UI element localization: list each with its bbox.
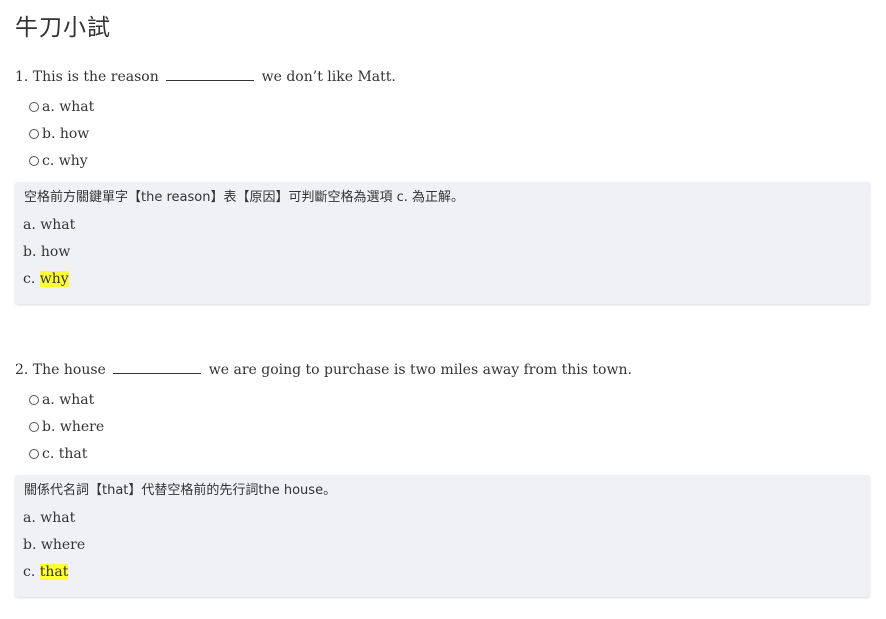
explanation-item-label: c. (23, 271, 36, 287)
question-2-text: 2. The house we are going to purchase is… (15, 359, 632, 381)
question-2-option-a[interactable]: a. what (29, 386, 104, 413)
radio-button[interactable] (29, 128, 39, 139)
question-1-option-b[interactable]: b. how (29, 120, 94, 147)
question-1-option-c[interactable]: c. why (29, 147, 94, 174)
question-2-option-b[interactable]: b. where (29, 413, 104, 440)
radio-button[interactable] (29, 394, 39, 405)
explanation-item-answer: what (40, 217, 76, 233)
radio-button[interactable] (29, 421, 39, 432)
highlighted-correct-answer: why (39, 271, 69, 287)
explanation-item-answer: where (40, 537, 86, 553)
explanation-item-b: b. where (23, 534, 85, 561)
question-1-blank (166, 66, 255, 81)
question-2-prefix: 2. The house (15, 362, 106, 378)
explanation-text: 關係代名詞【that】代替空格前的先行詞the house。 (24, 483, 337, 498)
question-1-explanation: 空格前方關鍵單字【the reason】表【原因】可判斷空格為選項 c. 為正解… (15, 182, 870, 304)
explanation-item-c: c. that (23, 561, 85, 588)
radio-button[interactable] (29, 101, 39, 112)
explanation-item-b: b. how (23, 241, 75, 268)
option-label: b. how (42, 125, 90, 142)
explanation-item-label: a. (23, 217, 36, 233)
option-label: a. what (42, 98, 95, 115)
question-2-explanation: 關係代名詞【that】代替空格前的先行詞the house。 a. what b… (15, 475, 870, 597)
option-label: b. where (42, 418, 105, 435)
explanation-answers: a. what b. where c. that (23, 507, 85, 588)
explanation-item-label: b. (23, 244, 37, 260)
question-2-suffix: we are going to purchase is two miles aw… (208, 362, 632, 378)
question-2-options: a. what b. where c. that (29, 386, 104, 467)
question-1-option-a[interactable]: a. what (29, 93, 94, 120)
option-label: c. that (42, 445, 88, 462)
option-label: c. why (42, 152, 88, 169)
question-1-text: 1. This is the reason we don’t like Matt… (15, 66, 396, 88)
question-1-suffix: we don’t like Matt. (261, 69, 396, 85)
radio-button[interactable] (29, 155, 39, 166)
option-label: a. what (42, 391, 95, 408)
explanation-text: 空格前方關鍵單字【the reason】表【原因】可判斷空格為選項 c. 為正解… (24, 190, 465, 205)
explanation-item-c: c. why (23, 268, 75, 295)
explanation-item-label: b. (23, 537, 37, 553)
question-2-option-c[interactable]: c. that (29, 440, 104, 467)
radio-button[interactable] (29, 448, 39, 459)
question-1-prefix: 1. This is the reason (15, 69, 159, 85)
question-2-blank (113, 359, 202, 374)
page-title: 牛刀小試 (15, 15, 111, 41)
explanation-item-label: a. (23, 510, 36, 526)
explanation-answers: a. what b. how c. why (23, 214, 75, 295)
explanation-item-a: a. what (23, 507, 85, 534)
explanation-item-answer: what (40, 510, 76, 526)
explanation-item-a: a. what (23, 214, 75, 241)
highlighted-correct-answer: that (39, 564, 69, 580)
explanation-item-label: c. (23, 564, 36, 580)
question-1-options: a. what b. how c. why (29, 93, 94, 174)
explanation-item-answer: how (40, 244, 71, 260)
